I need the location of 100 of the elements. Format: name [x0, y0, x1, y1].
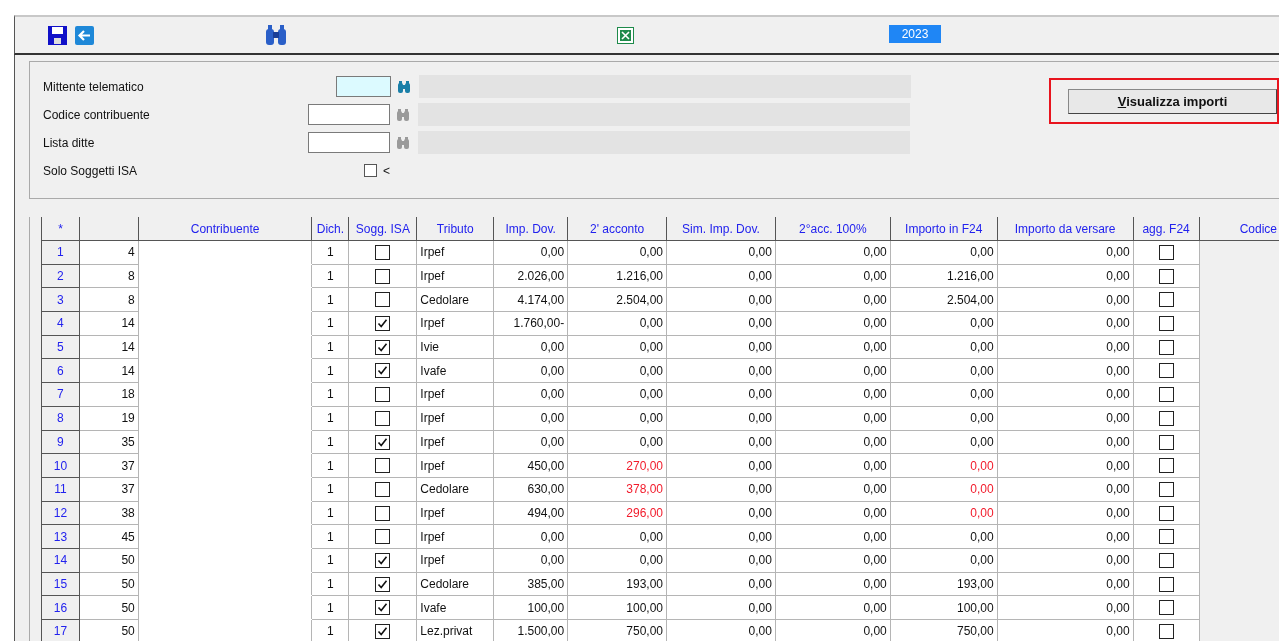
checkbox[interactable]	[375, 410, 391, 426]
checkbox[interactable]	[375, 624, 391, 639]
table-cell: 0,00	[775, 548, 891, 573]
checkbox[interactable]	[1158, 481, 1174, 497]
checkbox[interactable]	[375, 363, 391, 379]
table-cell: 0,00	[666, 264, 776, 288]
checkbox[interactable]	[1158, 387, 1174, 403]
input-field[interactable]	[336, 76, 391, 97]
save-icon[interactable]	[48, 25, 67, 45]
table-cell: 1	[311, 311, 349, 336]
checkbox[interactable]	[375, 292, 391, 308]
table-cell: 0,00	[666, 382, 776, 407]
row-number[interactable]: 7	[41, 382, 80, 407]
checkbox[interactable]	[1158, 600, 1174, 616]
checkbox[interactable]	[1158, 292, 1174, 308]
checkbox[interactable]	[375, 458, 391, 474]
input-field[interactable]	[308, 132, 390, 153]
table-cell: 0,00	[666, 477, 776, 502]
checkbox[interactable]	[375, 481, 391, 497]
row-number[interactable]: 4	[41, 311, 80, 336]
input-field[interactable]	[308, 104, 390, 125]
table-cell: 1	[311, 406, 349, 430]
spreadsheet-icon[interactable]	[617, 26, 634, 44]
column-header[interactable]: Importo in F24	[890, 217, 998, 241]
row-number[interactable]: 15	[41, 572, 80, 596]
row-number[interactable]: 11	[41, 477, 80, 502]
checkbox[interactable]	[1158, 576, 1174, 592]
table-cell: 1	[311, 335, 349, 359]
column-header[interactable]: 2' acconto	[567, 217, 667, 241]
column-header[interactable]: agg. F24	[1133, 217, 1200, 241]
row-number[interactable]: 17	[41, 619, 80, 641]
column-header[interactable]: Tributo	[416, 217, 494, 241]
table-cell: 0,00	[567, 406, 667, 430]
column-header[interactable]: Contribuente	[138, 217, 312, 241]
row-number[interactable]: 5	[41, 335, 80, 359]
table-cell: 0,00	[567, 358, 667, 383]
table-cell: 0,00	[775, 453, 891, 478]
checkbox[interactable]	[375, 576, 391, 592]
checkbox[interactable]	[1158, 624, 1174, 639]
checkbox[interactable]	[375, 529, 391, 545]
table-cell: 0,00	[997, 430, 1134, 454]
checkbox[interactable]	[1158, 505, 1174, 521]
checkbox[interactable]	[375, 505, 391, 521]
table-cell: 0,00	[997, 358, 1134, 383]
row-number[interactable]: 16	[41, 595, 80, 620]
table-cell: 0,00	[997, 264, 1134, 288]
checkbox[interactable]	[375, 339, 391, 355]
checkbox[interactable]	[364, 164, 377, 177]
column-header[interactable]: Codice	[1199, 217, 1279, 241]
table-cell: 0,00	[567, 548, 667, 573]
table-cell: 0,00	[775, 382, 891, 407]
table-cell: 0,00	[666, 453, 776, 478]
table-cell: 0,00	[997, 477, 1134, 502]
checkbox[interactable]	[1158, 268, 1174, 284]
checkbox[interactable]	[1158, 529, 1174, 545]
row-number[interactable]: 9	[41, 430, 80, 454]
row-number[interactable]: 3	[41, 287, 80, 312]
row-number[interactable]: 6	[41, 358, 80, 383]
column-header[interactable]: Importo da versare	[997, 217, 1134, 241]
column-header[interactable]: 2°acc. 100%	[775, 217, 891, 241]
table-cell: 1	[311, 430, 349, 454]
table-cell: 0,00	[890, 548, 998, 573]
column-header[interactable]: Dich.	[311, 217, 349, 241]
row-number[interactable]: 1	[41, 240, 80, 265]
checkbox[interactable]	[1158, 316, 1174, 332]
checkbox[interactable]	[375, 434, 391, 450]
row-number[interactable]: 13	[41, 524, 80, 549]
table-cell: 0,00	[890, 501, 998, 525]
checkbox[interactable]	[375, 387, 391, 403]
column-header[interactable]: Sim. Imp. Dov.	[666, 217, 776, 241]
checkbox[interactable]	[1158, 245, 1174, 260]
row-number[interactable]: 12	[41, 501, 80, 525]
table-cell: 0,00	[775, 406, 891, 430]
checkbox[interactable]	[1158, 363, 1174, 379]
checkbox[interactable]	[375, 245, 391, 260]
show-amounts-button[interactable]: Visualizza importi	[1068, 88, 1277, 114]
checkbox[interactable]	[375, 316, 391, 332]
row-number[interactable]: 14	[41, 548, 80, 573]
row-number[interactable]: 10	[41, 453, 80, 478]
checkbox[interactable]	[375, 552, 391, 568]
column-header[interactable]: Sogg. ISA	[348, 217, 417, 241]
table-cell: 0,00	[997, 311, 1134, 336]
column-header[interactable]: *	[41, 217, 80, 241]
table-cell: 1.216,00	[890, 264, 998, 288]
checkbox[interactable]	[375, 600, 391, 616]
checkbox[interactable]	[1158, 458, 1174, 474]
row-number[interactable]: 2	[41, 264, 80, 288]
column-header[interactable]: Imp. Dov.	[493, 217, 568, 241]
checkbox[interactable]	[1158, 552, 1174, 568]
row-number[interactable]: 8	[41, 406, 80, 430]
checkbox[interactable]	[1158, 410, 1174, 426]
checkbox[interactable]	[1158, 339, 1174, 355]
checkbox-label: Solo Soggetti ISA	[43, 163, 139, 178]
table-cell: 0,00	[890, 240, 998, 265]
checkbox[interactable]	[1158, 434, 1174, 450]
table-cell: 0,00	[890, 430, 998, 454]
table-cell: 0,00	[567, 311, 667, 336]
binoculars-icon[interactable]	[265, 24, 287, 46]
search-icon[interactable]	[397, 79, 411, 94]
checkbox[interactable]	[375, 268, 391, 284]
